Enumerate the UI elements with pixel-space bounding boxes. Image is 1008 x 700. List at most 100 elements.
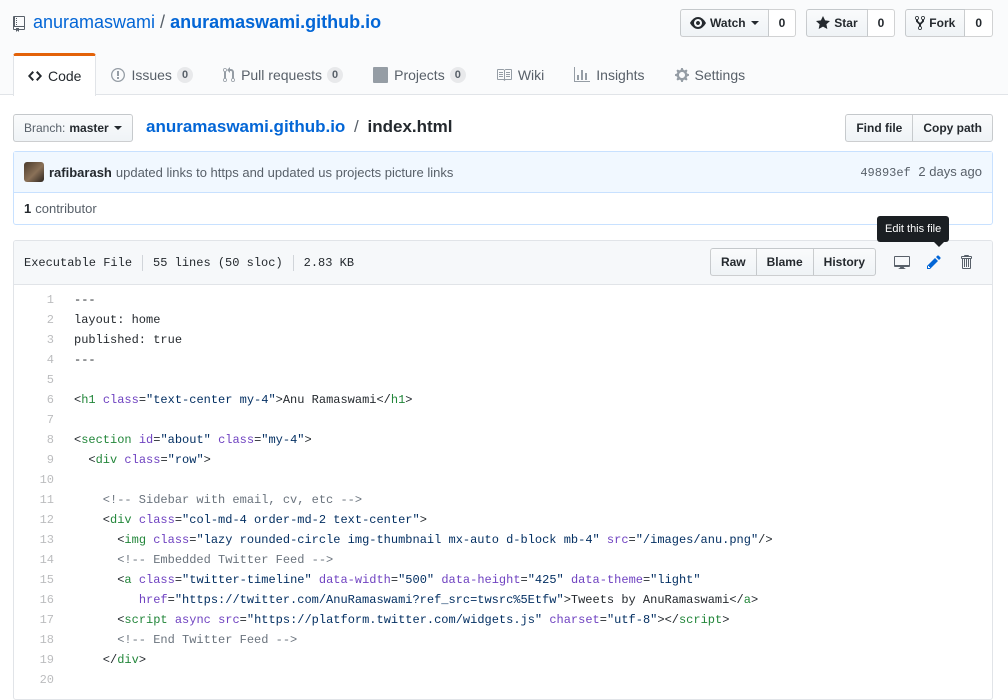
line-number[interactable]: 14 bbox=[14, 550, 64, 570]
line-number[interactable]: 3 bbox=[14, 330, 64, 350]
code-token: = bbox=[599, 613, 607, 627]
watch-button[interactable]: Watch bbox=[680, 9, 769, 37]
commit-sha[interactable]: 49893ef bbox=[860, 166, 910, 180]
line-number[interactable]: 9 bbox=[14, 450, 64, 470]
fork-button[interactable]: Fork bbox=[905, 9, 966, 37]
code-token: data-theme bbox=[570, 573, 643, 587]
fork-icon bbox=[915, 15, 926, 31]
code-line: 15 <a class="twitter-timeline" data-widt… bbox=[14, 570, 992, 590]
line-number[interactable]: 20 bbox=[14, 670, 64, 690]
code-view: 1 --- 2 layout: home 3 published: true 4 --- 5 6 <… bbox=[14, 285, 992, 690]
issues-counter: 0 bbox=[176, 66, 194, 83]
tab-projects[interactable]: Projects 0 bbox=[358, 53, 481, 95]
tab-pull-requests[interactable]: Pull requests 0 bbox=[208, 53, 358, 95]
find-file-button[interactable]: Find file bbox=[845, 114, 914, 142]
blame-button[interactable]: Blame bbox=[756, 248, 814, 276]
edit-file-button[interactable] bbox=[918, 248, 950, 276]
line-content: --- bbox=[64, 290, 96, 310]
fork-count[interactable]: 0 bbox=[965, 9, 993, 37]
line-number[interactable]: 12 bbox=[14, 510, 64, 530]
code-token: "text-center my-4" bbox=[146, 393, 276, 407]
tab-code[interactable]: Code bbox=[13, 53, 97, 96]
delete-file-button[interactable] bbox=[950, 248, 982, 276]
code-line: 20 bbox=[14, 670, 992, 690]
line-number[interactable]: 2 bbox=[14, 310, 64, 330]
commit-time: 2 days ago bbox=[918, 164, 982, 179]
star-count[interactable]: 0 bbox=[867, 9, 896, 37]
line-number[interactable]: 18 bbox=[14, 630, 64, 650]
trash-icon bbox=[961, 255, 972, 269]
project-icon bbox=[373, 66, 389, 83]
tab-wiki[interactable]: Wiki bbox=[481, 53, 559, 95]
code-token: > bbox=[304, 433, 312, 447]
watch-count[interactable]: 0 bbox=[768, 9, 797, 37]
tab-issues[interactable]: Issues 0 bbox=[96, 53, 208, 95]
line-number[interactable]: 5 bbox=[14, 370, 64, 390]
code-token: layout: home bbox=[74, 313, 161, 327]
file-view-buttons: Raw Blame History bbox=[709, 248, 876, 276]
line-number[interactable]: 16 bbox=[14, 590, 64, 610]
repo-nav-tabs: Code Issues 0 Pull requests 0 Projects 0… bbox=[13, 53, 761, 96]
tab-settings[interactable]: Settings bbox=[660, 53, 761, 95]
history-button[interactable]: History bbox=[813, 248, 876, 276]
star-button[interactable]: Star bbox=[806, 9, 868, 37]
code-token: > bbox=[405, 393, 413, 407]
code-token: "lazy rounded-circle img-thumbnail mx-au… bbox=[196, 533, 600, 547]
raw-button[interactable]: Raw bbox=[709, 248, 757, 276]
repo-name-link[interactable]: anuramaswami.github.io bbox=[170, 10, 381, 34]
divider bbox=[292, 254, 294, 271]
code-token: "twitter-timeline" bbox=[182, 573, 312, 587]
code-token: <!-- End Twitter Feed --> bbox=[74, 633, 298, 647]
code-token: < bbox=[74, 453, 96, 467]
pull-request-icon bbox=[223, 66, 236, 82]
line-content: <h1 class="text-center my-4">Anu Ramaswa… bbox=[64, 390, 412, 410]
code-token: "500" bbox=[398, 573, 435, 587]
branch-select-button[interactable]: Branch: master bbox=[13, 114, 133, 142]
projects-counter: 0 bbox=[449, 66, 466, 83]
line-number[interactable]: 10 bbox=[14, 470, 64, 490]
line-number[interactable]: 11 bbox=[14, 490, 64, 510]
code-token: "light" bbox=[650, 573, 701, 587]
file-size: 2.83 KB bbox=[303, 255, 355, 270]
branch-name: master bbox=[69, 121, 109, 135]
eye-icon bbox=[690, 17, 707, 29]
line-number[interactable]: 6 bbox=[14, 390, 64, 410]
file-viewer: Executable File 55 lines (50 sloc) 2.83 … bbox=[13, 240, 993, 700]
code-token: = bbox=[167, 593, 175, 607]
code-token: = bbox=[520, 573, 528, 587]
code-token: class bbox=[124, 453, 161, 467]
code-token: = bbox=[174, 513, 183, 527]
tab-insights[interactable]: Insights bbox=[559, 53, 659, 95]
line-number[interactable]: 4 bbox=[14, 350, 64, 370]
repo-icon bbox=[13, 14, 27, 32]
line-number[interactable]: 17 bbox=[14, 610, 64, 630]
repo-owner-link[interactable]: anuramaswami bbox=[33, 10, 155, 34]
code-token: h1 bbox=[81, 393, 96, 407]
branch-prefix: Branch: bbox=[24, 121, 66, 135]
avatar[interactable] bbox=[24, 162, 44, 182]
breadcrumb-repo-link[interactable]: anuramaswami.github.io bbox=[146, 117, 345, 136]
tab-projects-label: Projects bbox=[394, 66, 445, 83]
file-actions: Raw Blame History bbox=[709, 248, 982, 276]
commit-message[interactable]: updated links to https and updated us pr… bbox=[116, 165, 454, 180]
open-desktop-button[interactable] bbox=[886, 248, 918, 276]
line-number[interactable]: 13 bbox=[14, 530, 64, 550]
line-number[interactable]: 7 bbox=[14, 410, 64, 430]
line-content: <script async src="https://platform.twit… bbox=[64, 610, 729, 630]
file-line-count: 55 lines (50 sloc) bbox=[153, 255, 283, 270]
code-token: > bbox=[203, 453, 211, 467]
code-token: < bbox=[74, 533, 125, 547]
contributors[interactable]: 1 contributor bbox=[14, 193, 992, 224]
line-number[interactable]: 15 bbox=[14, 570, 64, 590]
code-token: a bbox=[124, 573, 132, 587]
code-token: = bbox=[138, 393, 147, 407]
line-number[interactable]: 8 bbox=[14, 430, 64, 450]
line-number[interactable]: 1 bbox=[14, 290, 64, 310]
commit-author[interactable]: rafibarash bbox=[49, 165, 112, 180]
code-token: >Tweets by AnuRamaswami</ bbox=[563, 593, 744, 607]
copy-path-button[interactable]: Copy path bbox=[913, 114, 993, 142]
line-number[interactable]: 19 bbox=[14, 650, 64, 670]
code-token: charset bbox=[549, 613, 600, 627]
pull-requests-counter: 0 bbox=[327, 66, 344, 83]
